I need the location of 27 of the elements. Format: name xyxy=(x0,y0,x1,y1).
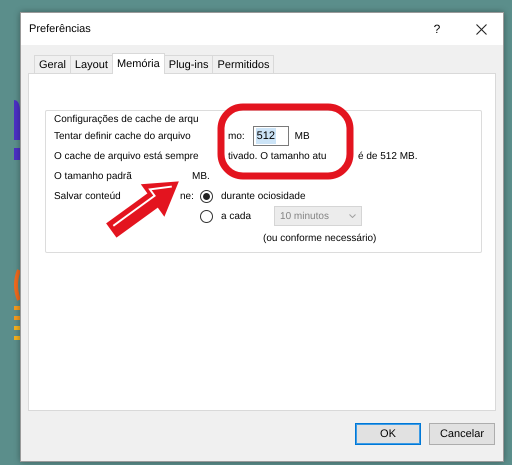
info-text: MB. xyxy=(192,170,210,184)
tab[interactable]: Memória xyxy=(112,53,165,74)
radio-option[interactable]: a cada xyxy=(200,208,252,224)
tab[interactable]: Permitidos xyxy=(212,55,274,73)
radio-option[interactable]: durante ociosidade xyxy=(200,188,306,204)
caret-icon xyxy=(349,214,356,218)
info-text: é de 512 MB. xyxy=(358,150,418,164)
field-label: Salvar conteúd xyxy=(54,190,121,204)
field-label: mo: xyxy=(228,130,245,144)
field-label: ne: xyxy=(180,190,194,204)
field-label: Tentar definir cache do arquivo xyxy=(54,130,191,144)
logo-fragment-drawing xyxy=(14,100,20,160)
group-title: Configurações de cache de arqu xyxy=(52,112,201,127)
unit-label: MB xyxy=(294,130,310,144)
note-text: (ou conforme necessário) xyxy=(263,232,376,246)
tab[interactable]: Geral xyxy=(34,55,71,73)
close-icon xyxy=(476,24,486,34)
help-button[interactable]: ? xyxy=(415,20,459,38)
info-text: O tamanho padrã xyxy=(54,170,132,184)
cache-size-field[interactable]: 512 xyxy=(252,126,289,146)
ok-button[interactable]: OK xyxy=(355,423,421,445)
info-text: O cache de arquivo está sempre xyxy=(54,150,199,164)
tab[interactable]: Plug-ins xyxy=(164,55,214,73)
window-title: Preferências xyxy=(29,22,92,37)
cancel-button[interactable]: Cancelar xyxy=(429,423,495,445)
info-text: tivado. O tamanho atu xyxy=(228,150,326,164)
tab[interactable]: Layout xyxy=(70,55,113,73)
